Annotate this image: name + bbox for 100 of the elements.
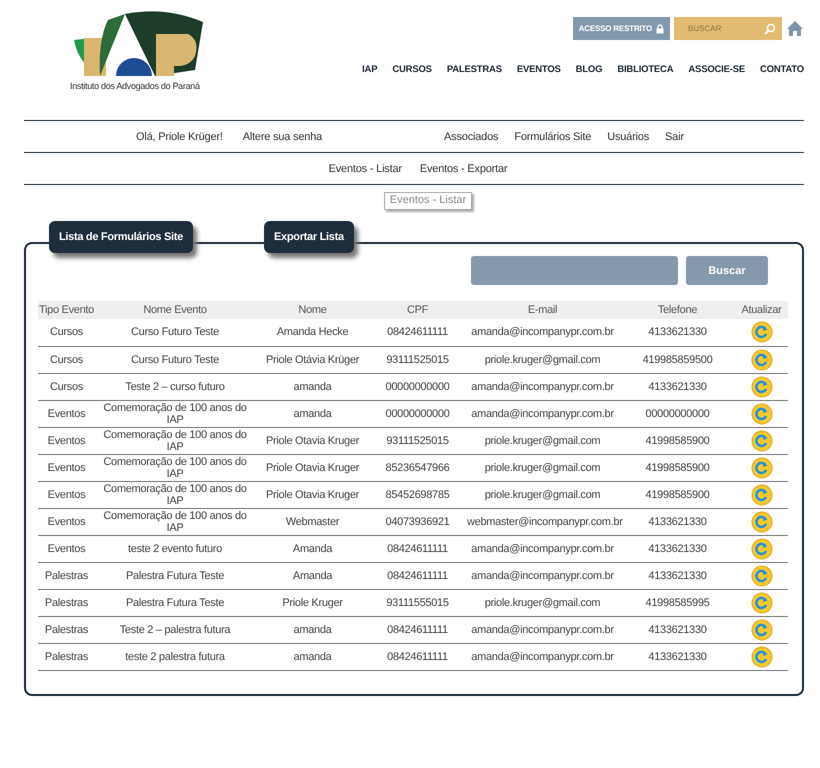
table-cell: Curso Futuro Teste xyxy=(95,319,255,346)
table-cell: Palestras xyxy=(38,562,95,589)
nav-link[interactable]: CURSOS xyxy=(392,64,432,75)
table-cell: 41998585900 xyxy=(620,481,735,508)
table-cell: 08424611111 xyxy=(370,535,465,562)
table-cell: Priole Otavia Kruger xyxy=(255,427,370,454)
nav-link[interactable]: BIBLIOTECA xyxy=(617,64,674,75)
table-cell: teste 2 palestra futura xyxy=(95,643,255,670)
table-cell: 85236547966 xyxy=(370,454,465,481)
table-cell: 41998585995 xyxy=(620,589,735,616)
home-icon[interactable] xyxy=(786,20,804,37)
table-cell: Amanda xyxy=(255,535,370,562)
table-cell: amanda@incompanypr.com.br xyxy=(465,373,620,400)
table-cell: Palestra Futura Teste xyxy=(95,562,255,589)
table-cell: amanda@incompanypr.com.br xyxy=(465,319,620,346)
column-header: CPF xyxy=(370,301,465,319)
nav-link[interactable]: ASSOCIE-SE xyxy=(688,64,745,75)
table-cell: Amanda xyxy=(255,562,370,589)
table-cell: Webmaster xyxy=(255,508,370,535)
column-header: Atualizar xyxy=(735,301,788,319)
table-cell: 93111525015 xyxy=(370,346,465,373)
table-cell: 419985859500 xyxy=(620,346,735,373)
table-cell: Amanda Hecke xyxy=(255,319,370,346)
refresh-icon[interactable] xyxy=(750,348,772,370)
table-cell: priole.kruger@gmail.com xyxy=(465,481,620,508)
table-cell: Curso Futuro Teste xyxy=(95,346,255,373)
table-cell: priole.kruger@gmail.com xyxy=(465,346,620,373)
table-cell: Eventos xyxy=(38,427,95,454)
column-header: Nome Evento xyxy=(95,301,255,319)
refresh-icon[interactable] xyxy=(750,376,772,398)
admin-menu-link[interactable]: Sair xyxy=(665,130,684,142)
table-cell: Priole Kruger xyxy=(255,589,370,616)
nav-link[interactable]: PALESTRAS xyxy=(446,64,502,75)
table-cell: 93111525015 xyxy=(370,427,465,454)
tooltip: Eventos - Listar xyxy=(384,192,472,210)
submenu-link[interactable]: Eventos - Listar xyxy=(328,162,402,174)
refresh-icon[interactable] xyxy=(750,321,772,344)
user-menu-link[interactable]: Altere sua senha xyxy=(242,130,322,142)
table-cell: Eventos xyxy=(38,400,95,427)
table-cell: 93111555015 xyxy=(370,589,465,616)
refresh-icon[interactable] xyxy=(750,646,772,668)
admin-menu-link[interactable]: Associados xyxy=(444,130,498,142)
table-cell: Eventos xyxy=(38,481,95,508)
search-input[interactable] xyxy=(471,256,678,285)
refresh-icon[interactable] xyxy=(750,456,772,478)
lock-icon xyxy=(656,24,664,34)
table-cell: 04073936921 xyxy=(370,508,465,535)
table-cell: 00000000000 xyxy=(370,400,465,427)
panel-tab[interactable]: Lista de Formulários Site xyxy=(49,221,193,253)
column-header: Tipo Evento xyxy=(38,301,95,319)
table-cell: 41998585900 xyxy=(620,454,735,481)
user-menu-link[interactable]: Olá, Priole Krüger! xyxy=(136,130,223,142)
nav-link[interactable]: CONTATO xyxy=(760,64,804,75)
table-cell: Cursos xyxy=(38,319,95,346)
refresh-icon[interactable] xyxy=(750,564,772,586)
table-cell: 08424611111 xyxy=(370,319,465,346)
table-cell: Eventos xyxy=(38,508,95,535)
table-cell: priole.kruger@gmail.com xyxy=(465,589,620,616)
table-cell: 08424611111 xyxy=(370,616,465,643)
logo-caption: Instituto dos Advogados do Paraná xyxy=(70,81,200,91)
refresh-icon[interactable] xyxy=(750,538,772,560)
table-cell: 08424611111 xyxy=(370,643,465,670)
table-cell: amanda@incompanypr.com.br xyxy=(465,400,620,427)
nav-link[interactable]: BLOG xyxy=(576,64,602,75)
column-header: Telefone xyxy=(620,301,735,319)
table-cell: amanda xyxy=(255,373,370,400)
panel-tab[interactable]: Exportar Lista xyxy=(264,221,354,253)
table-cell: Comemoração de 100 anos do IAP xyxy=(95,481,255,508)
refresh-icon[interactable] xyxy=(750,618,772,640)
column-header: Nome xyxy=(255,301,370,319)
table-cell: amanda@incompanypr.com.br xyxy=(465,616,620,643)
table-cell: 4133621330 xyxy=(620,373,735,400)
table-cell: Palestra Futura Teste xyxy=(95,589,255,616)
table-cell: Priole Otavia Kruger xyxy=(255,481,370,508)
table-cell: Cursos xyxy=(38,373,95,400)
table-cell: priole.kruger@gmail.com xyxy=(465,427,620,454)
refresh-icon[interactable] xyxy=(750,510,772,532)
table-cell: amanda@incompanypr.com.br xyxy=(465,562,620,589)
table-cell: Cursos xyxy=(38,346,95,373)
nav-link[interactable]: EVENTOS xyxy=(516,64,561,75)
table-cell: amanda@incompanypr.com.br xyxy=(465,643,620,670)
table-cell: 4133621330 xyxy=(620,616,735,643)
table-cell: 00000000000 xyxy=(370,373,465,400)
table-cell: amanda xyxy=(255,616,370,643)
table-cell: amanda xyxy=(255,643,370,670)
table-cell: Palestras xyxy=(38,616,95,643)
search-field[interactable]: BUSCAR xyxy=(674,17,782,40)
submenu-link[interactable]: Eventos - Exportar xyxy=(420,162,508,174)
refresh-icon[interactable] xyxy=(750,402,772,424)
nav-link[interactable]: IAP xyxy=(362,64,378,75)
table-cell: Priole Otávia Krüger xyxy=(255,346,370,373)
refresh-icon[interactable] xyxy=(750,592,772,614)
admin-menu-link[interactable]: Formulários Site xyxy=(514,130,592,142)
table-cell: Eventos xyxy=(38,454,95,481)
refresh-icon[interactable] xyxy=(750,484,772,506)
admin-menu-link[interactable]: Usuários xyxy=(607,130,650,142)
table-cell: Palestras xyxy=(38,643,95,670)
refresh-icon[interactable] xyxy=(750,430,772,452)
search-icon[interactable] xyxy=(764,23,776,35)
table-cell: 4133621330 xyxy=(620,535,735,562)
